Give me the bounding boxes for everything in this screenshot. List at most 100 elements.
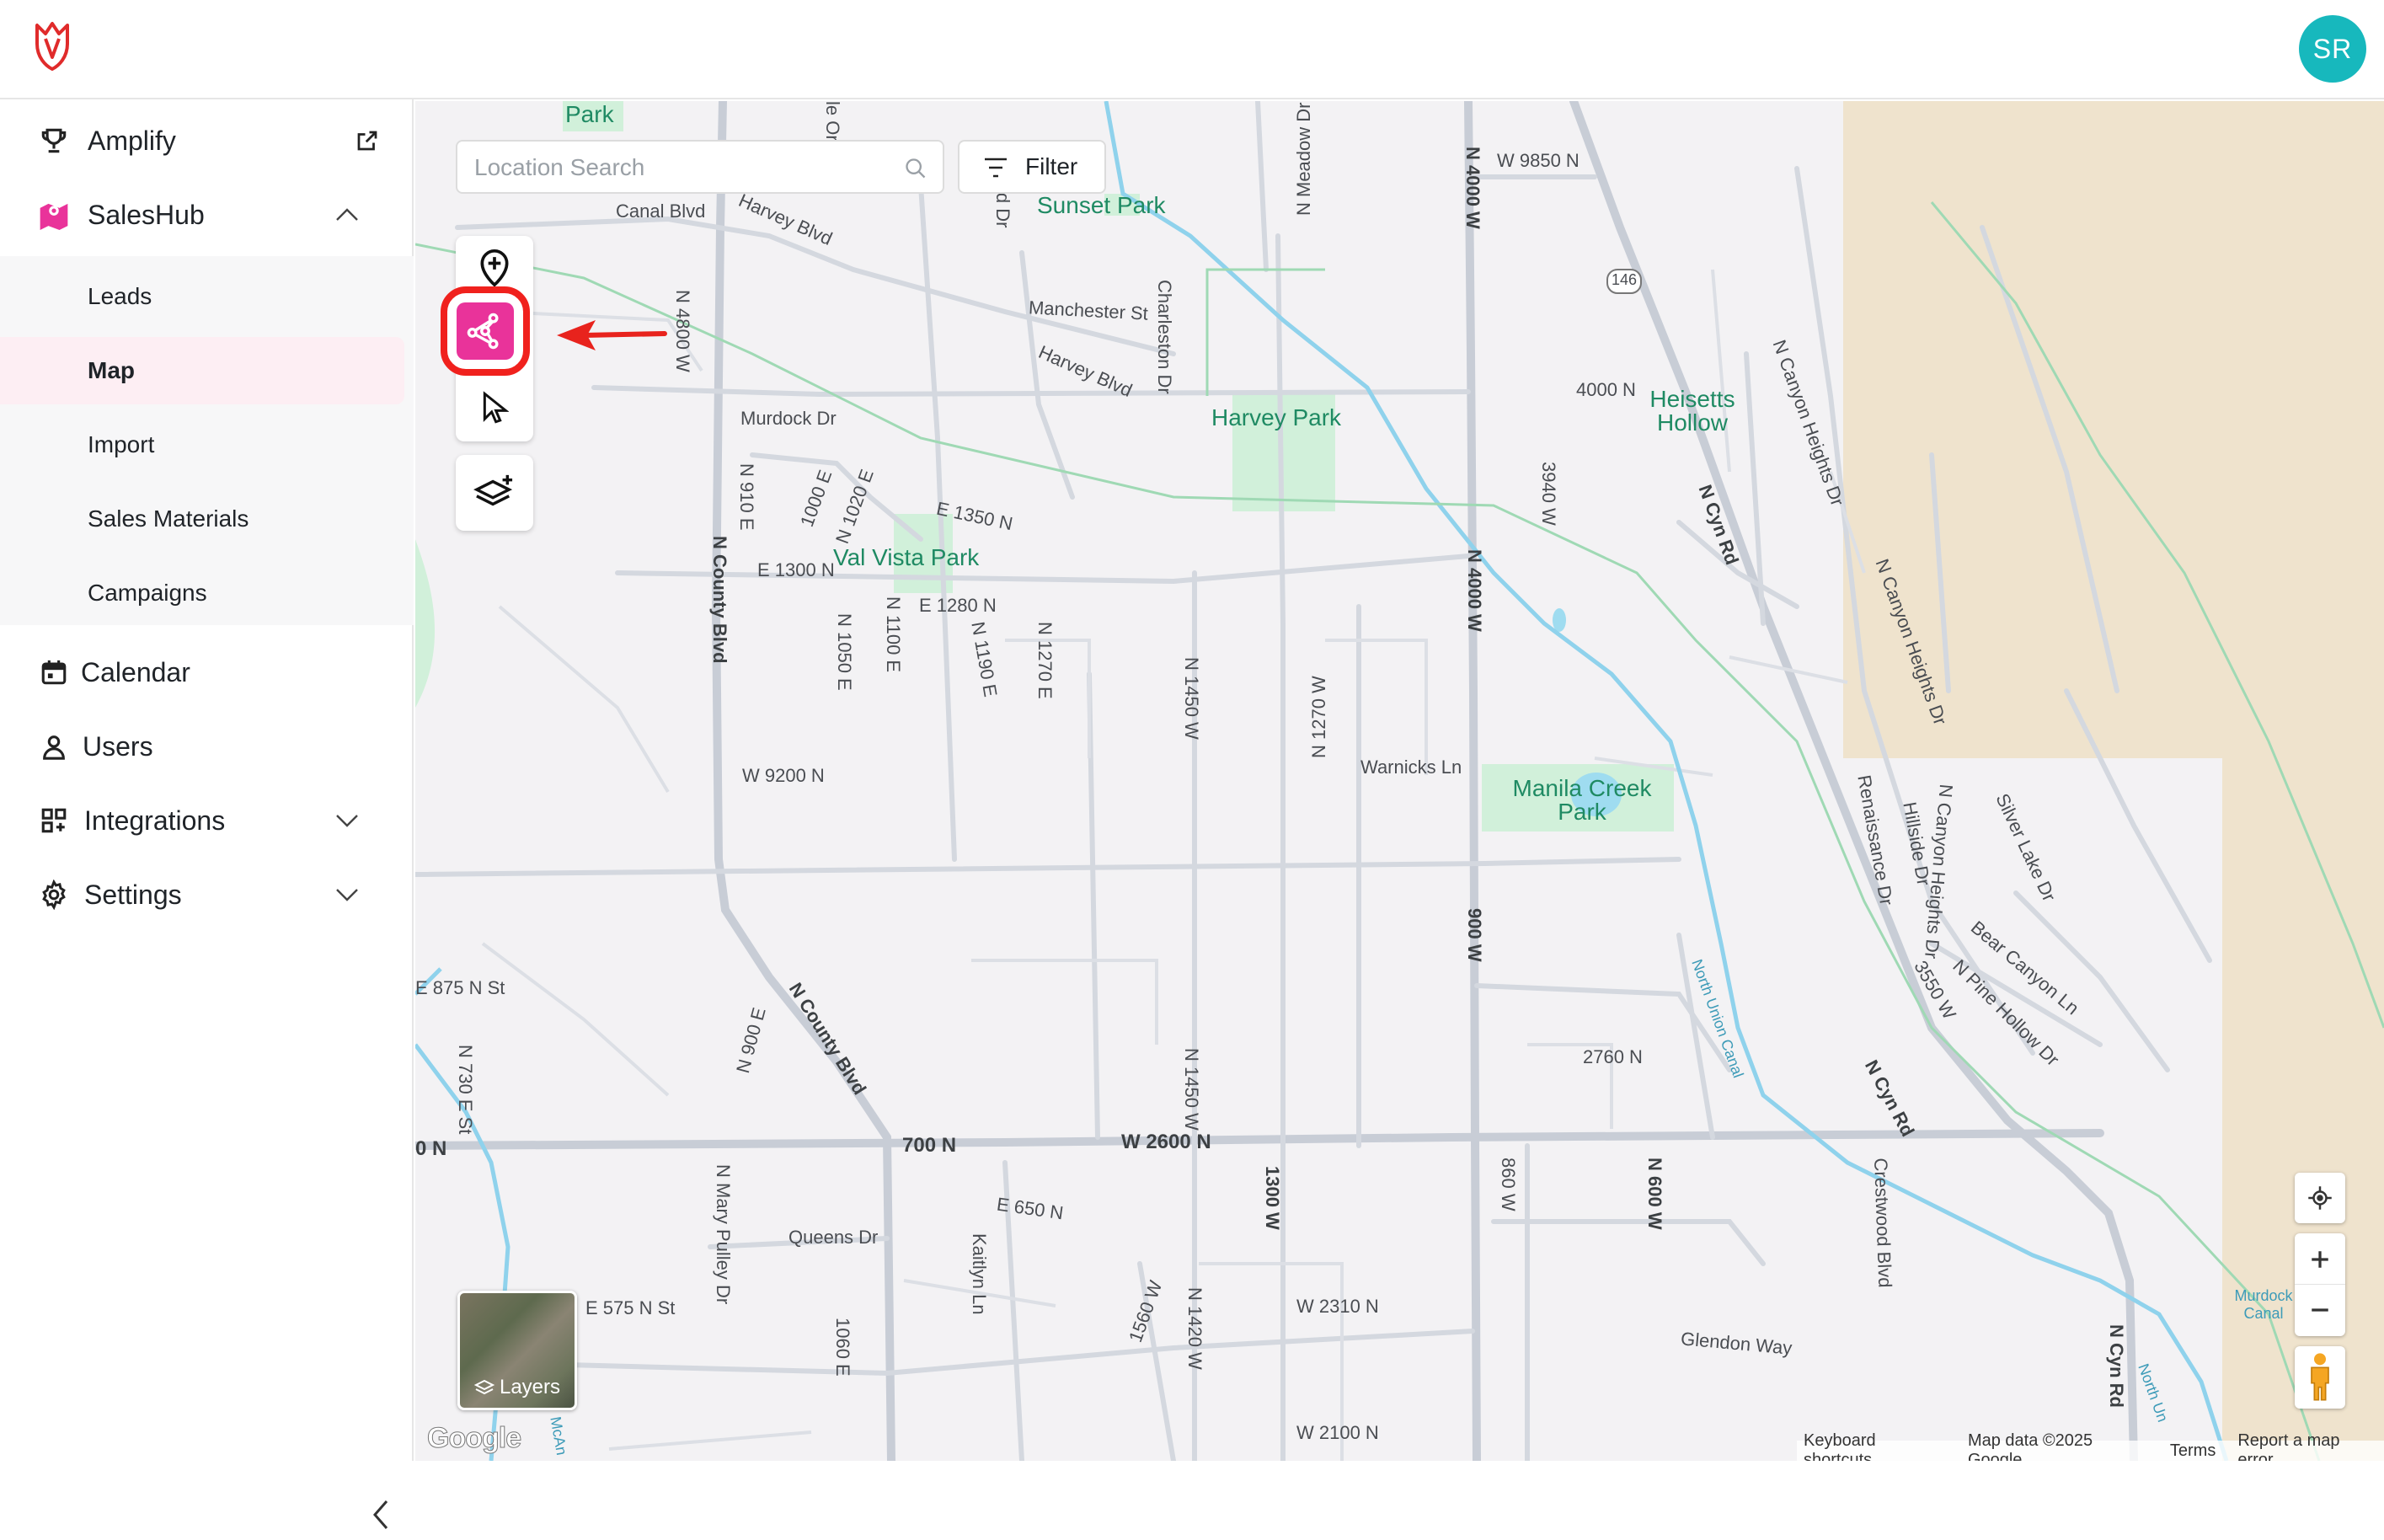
- layers-toggle-label: Layers: [460, 1376, 575, 1399]
- street-label: Crestwood Blvd: [1870, 1158, 1896, 1288]
- street-label: 1300 W: [1262, 1166, 1283, 1230]
- map-canvas[interactable]: Park Sunset Park Harvey Park Val Vista P…: [415, 101, 2384, 1461]
- street-label: E 875 N St: [415, 977, 505, 998]
- draw-polygon-tool[interactable]: [457, 302, 514, 360]
- filter-button[interactable]: Filter: [958, 140, 1106, 194]
- sidebar-item-label: Amplify: [88, 125, 176, 156]
- street-label: 4000 N: [1576, 379, 1636, 400]
- layers-add-button[interactable]: [456, 455, 533, 531]
- sidebar-item-label: Integrations: [84, 805, 226, 836]
- park-label: Manila Creek Park: [1512, 775, 1652, 825]
- street-view-pegman[interactable]: [2295, 1346, 2345, 1409]
- search-icon[interactable]: [904, 157, 927, 180]
- park-label: Heisetts Hollow: [1649, 386, 1735, 436]
- sidebar-item-saleshub[interactable]: SalesHub: [0, 181, 414, 249]
- street-label: 1060 E: [832, 1318, 853, 1377]
- gear-icon: [37, 878, 71, 912]
- sidebar-item-amplify[interactable]: Amplify: [0, 107, 414, 174]
- sidebar-item-users[interactable]: Users: [0, 713, 414, 780]
- brand-logo[interactable]: [32, 20, 72, 71]
- route-shield-label: 146: [1612, 271, 1638, 288]
- grid-plus-icon: [37, 804, 71, 837]
- street-label: W 9200 N: [742, 765, 825, 786]
- sidebar-item-campaigns[interactable]: Campaigns: [0, 559, 404, 627]
- google-logo: Google: [426, 1422, 521, 1455]
- zoom-out-button[interactable]: [2295, 1285, 2345, 1335]
- annotation-arrow: [557, 320, 667, 350]
- street-label: Canal Blvd: [616, 201, 706, 222]
- sidebar-item-settings[interactable]: Settings: [0, 861, 414, 928]
- calendar-icon: [37, 655, 71, 689]
- street-label: W 2310 N: [1296, 1296, 1379, 1317]
- layers-add-icon: [473, 474, 513, 506]
- zoom-in-button[interactable]: [2295, 1234, 2345, 1285]
- street-label: 860 W: [1498, 1158, 1519, 1211]
- park-label: Park: [565, 101, 614, 127]
- street-label: N 4000 W: [1464, 549, 1485, 632]
- sidebar-item-calendar[interactable]: Calendar: [0, 639, 414, 706]
- street-label: E 1300 N: [757, 559, 835, 580]
- chevron-down-icon[interactable]: [330, 878, 364, 912]
- polygon-draw-icon: [467, 313, 499, 350]
- chevron-left-icon: [373, 1500, 388, 1529]
- report-error-link[interactable]: Report a map error: [2237, 1431, 2377, 1461]
- terms-link[interactable]: Terms: [2170, 1441, 2216, 1461]
- plus-icon: [2312, 1250, 2328, 1268]
- keyboard-shortcuts-link[interactable]: Keyboard shortcuts: [1804, 1431, 1946, 1461]
- map-data-text: Map data ©2025 Google: [1967, 1431, 2093, 1461]
- layers-icon: [473, 1379, 494, 1395]
- sidebar: Amplify SalesHub Leads Map Import Sales …: [0, 99, 414, 1529]
- sidebar-item-leads[interactable]: Leads: [0, 263, 404, 330]
- map-type-toggle[interactable]: Layers: [457, 1291, 577, 1410]
- street-label: Charleston Dr: [1154, 280, 1175, 394]
- street-label: N 1270 W: [1308, 676, 1329, 758]
- sidebar-item-label: Import: [88, 431, 155, 457]
- street-label: N Mary Pulley Dr: [713, 1164, 734, 1305]
- filter-label: Filter: [1025, 153, 1078, 179]
- sidebar-item-label: Sales Materials: [88, 505, 249, 532]
- sidebar-item-label: Leads: [88, 283, 152, 309]
- street-label: W 2600 N: [1121, 1131, 1211, 1153]
- user-icon: [37, 730, 71, 763]
- my-location-button[interactable]: [2295, 1173, 2345, 1223]
- sidebar-item-sales-materials[interactable]: Sales Materials: [0, 485, 404, 553]
- park-label: Val Vista Park: [833, 544, 980, 570]
- user-avatar[interactable]: SR: [2299, 15, 2366, 83]
- street-label: N 4000 W: [1462, 147, 1483, 229]
- street-label: Kaitlyn Ln: [969, 1233, 990, 1315]
- street-label: W 9850 N: [1497, 150, 1580, 171]
- minus-icon: [2312, 1308, 2328, 1312]
- street-label: E 1280 N: [919, 595, 997, 616]
- street-label: N 4800 W: [672, 290, 693, 372]
- external-link-icon[interactable]: [350, 124, 384, 158]
- filter-icon: [985, 158, 1007, 178]
- pegman-icon: [2311, 1353, 2329, 1401]
- saleshub-submenu: Leads Map Import Sales Materials Campaig…: [0, 256, 414, 625]
- collapse-sidebar-button[interactable]: [362, 1489, 399, 1540]
- cursor-select-icon: [483, 391, 509, 424]
- street-label: E 575 N St: [585, 1297, 676, 1318]
- street-label: N 1050 E: [834, 613, 855, 691]
- street-label: N 730 E St: [455, 1045, 476, 1135]
- location-search: [456, 140, 944, 194]
- sidebar-item-map[interactable]: Map: [0, 337, 404, 404]
- street-label: 0 N: [415, 1137, 447, 1160]
- waterway-label: Murdock Canal: [2234, 1287, 2293, 1322]
- street-label: N 600 W: [1644, 1158, 1665, 1230]
- draw-polygon-tool-highlight[interactable]: [441, 286, 530, 376]
- sidebar-item-integrations[interactable]: Integrations: [0, 787, 414, 854]
- chevron-up-icon[interactable]: [330, 198, 364, 232]
- street-label: N 1450 W: [1181, 1048, 1202, 1131]
- sidebar-item-label: Campaigns: [88, 580, 207, 606]
- trophy-icon: [37, 124, 71, 158]
- street-label: N 910 E: [736, 463, 757, 531]
- select-tool[interactable]: [456, 376, 533, 440]
- park-label: Sunset Park: [1037, 192, 1166, 218]
- location-search-input[interactable]: [474, 152, 879, 184]
- chevron-down-icon[interactable]: [330, 804, 364, 837]
- map-icon: [37, 198, 71, 232]
- top-bar: SR: [0, 0, 2384, 99]
- map-base-layer: [415, 101, 2384, 1461]
- sidebar-item-import[interactable]: Import: [0, 411, 404, 479]
- sidebar-item-label: Calendar: [81, 656, 190, 687]
